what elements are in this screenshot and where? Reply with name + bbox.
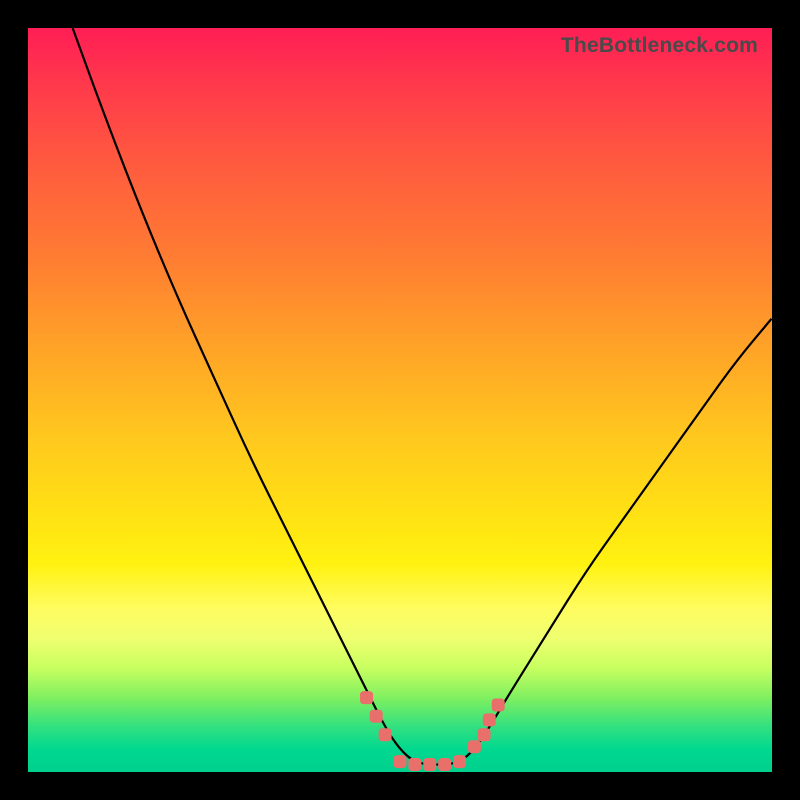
chart-frame: TheBottleneck.com bbox=[0, 0, 800, 800]
marker-point bbox=[370, 710, 383, 723]
watermark-text: TheBottleneck.com bbox=[561, 34, 758, 58]
marker-point bbox=[438, 758, 451, 771]
marker-point bbox=[394, 755, 407, 768]
marker-point bbox=[360, 691, 373, 704]
plot-area: TheBottleneck.com bbox=[28, 28, 772, 772]
marker-point bbox=[492, 699, 505, 712]
marker-point bbox=[478, 728, 491, 741]
marker-layer bbox=[360, 691, 505, 771]
marker-point bbox=[468, 740, 481, 753]
marker-point bbox=[408, 758, 421, 771]
marker-point bbox=[483, 713, 496, 726]
marker-point bbox=[423, 758, 436, 771]
marker-point bbox=[453, 755, 466, 768]
bottleneck-curve bbox=[73, 28, 772, 765]
marker-point bbox=[379, 728, 392, 741]
curve-layer bbox=[28, 28, 772, 772]
